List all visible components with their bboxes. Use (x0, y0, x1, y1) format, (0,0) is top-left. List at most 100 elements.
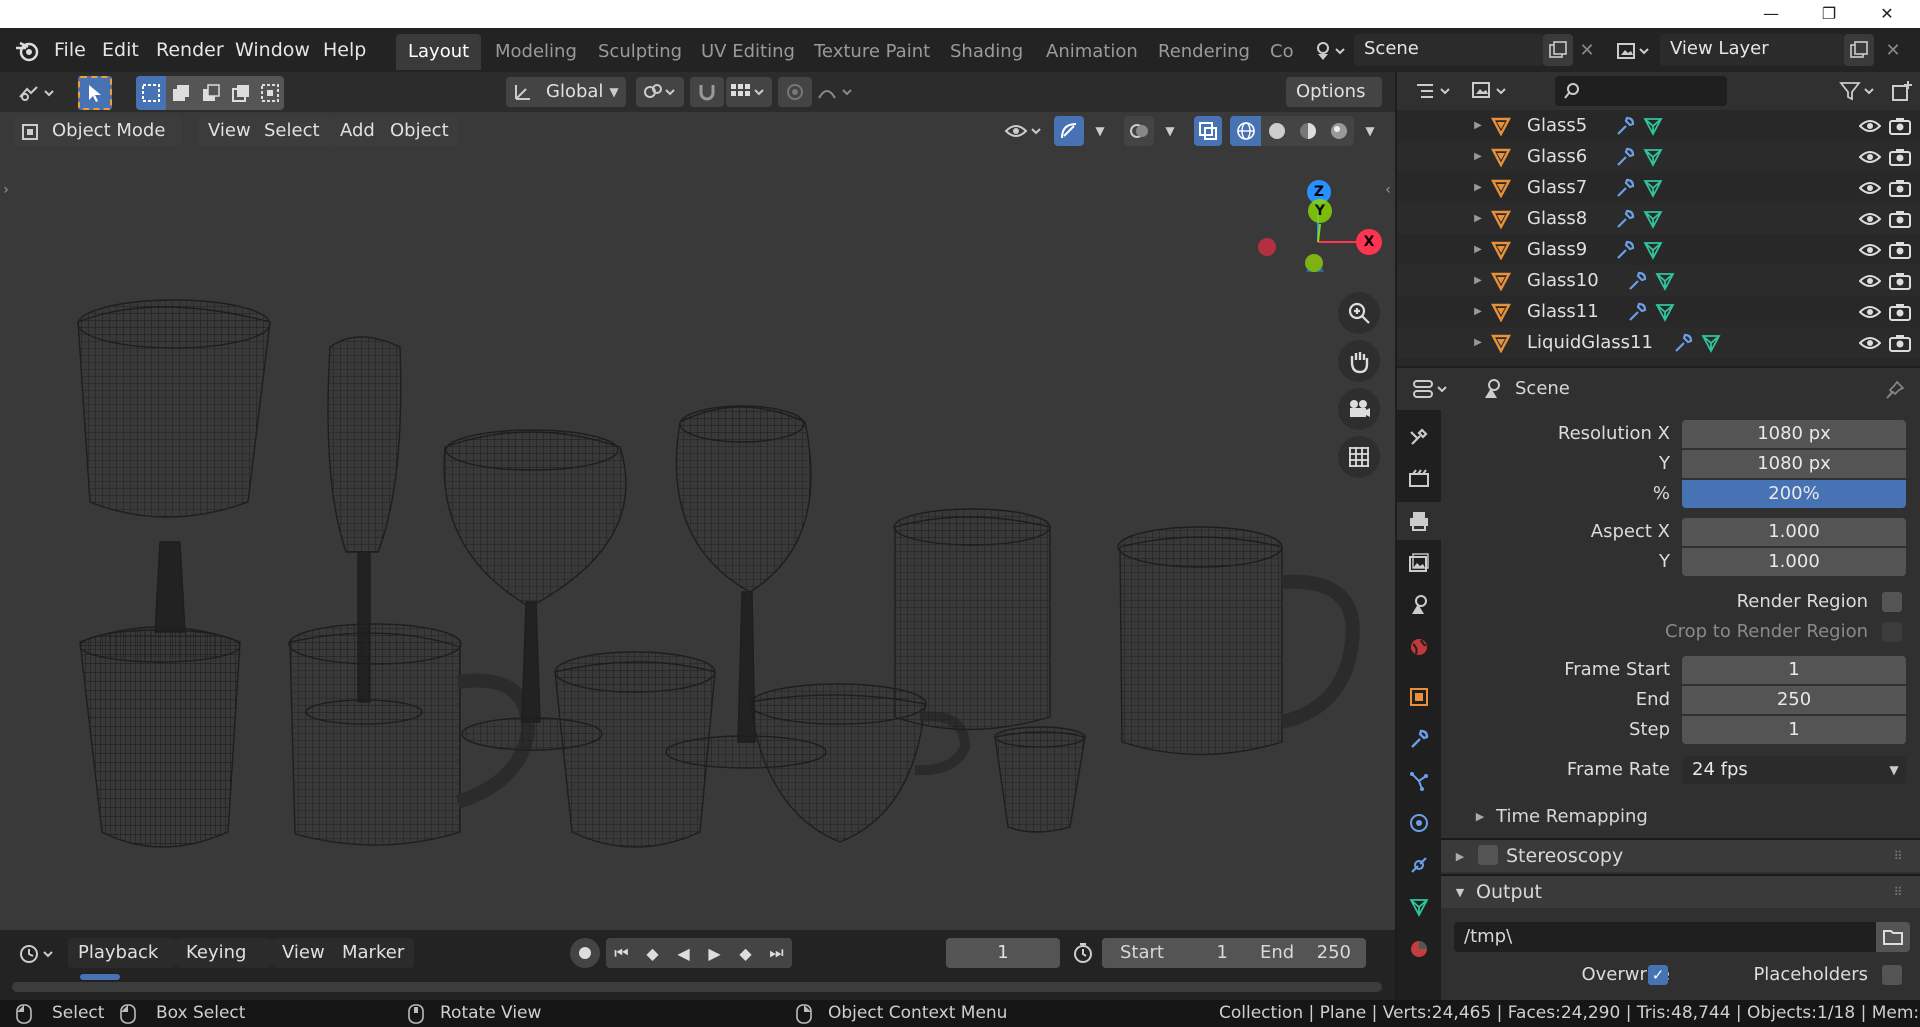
expand-arrow-icon[interactable]: ▶ (1471, 209, 1485, 227)
aspect-x-field[interactable]: 1.000 (1682, 518, 1906, 546)
proportional-editing-icon[interactable] (778, 77, 812, 107)
outliner-item-name[interactable]: Glass11 (1527, 296, 1599, 327)
mesh-data-icon[interactable] (1641, 176, 1665, 200)
resolution-percent-slider[interactable]: 200% (1682, 480, 1906, 508)
preview-range-icon[interactable] (1068, 938, 1098, 968)
modifier-wrench-icon[interactable] (1625, 269, 1649, 293)
timeline-view-menu[interactable]: View (272, 938, 335, 968)
tab-sculpting[interactable]: Sculpting (586, 34, 694, 70)
visibility-options-icon[interactable] (1002, 116, 1046, 146)
camera-render-icon[interactable] (1887, 145, 1913, 169)
modifier-tab-icon[interactable] (1397, 720, 1441, 758)
proportional-falloff-icon[interactable] (814, 77, 860, 107)
scene-tab-icon[interactable] (1397, 586, 1441, 624)
mesh-data-icon[interactable] (1641, 114, 1665, 138)
drag-handle-icon[interactable]: ⠿ (1888, 882, 1908, 902)
tab-texture-paint[interactable]: Texture Paint (802, 34, 942, 70)
camera-render-icon[interactable] (1887, 300, 1913, 324)
modifier-wrench-icon[interactable] (1613, 207, 1637, 231)
keying-menu[interactable]: Keying (176, 938, 272, 968)
display-mode-icon[interactable] (1469, 76, 1513, 106)
outliner-row[interactable]: ▶ Glass5 (1397, 110, 1920, 141)
jump-end-icon[interactable]: ⏭ (761, 938, 792, 968)
outliner-item-name[interactable]: LiquidGlass11 (1527, 327, 1653, 358)
expand-arrow-icon[interactable]: ▶ (1471, 147, 1485, 165)
aspect-y-field[interactable]: 1.000 (1682, 548, 1906, 576)
material-preview-shading-icon[interactable] (1292, 116, 1323, 146)
physics-tab-icon[interactable] (1397, 804, 1441, 842)
scene-selector-icon[interactable] (1310, 36, 1350, 66)
prev-keyframe-icon[interactable]: ◆ (637, 938, 668, 968)
tab-compositing[interactable]: Co (1258, 34, 1298, 70)
camera-render-icon[interactable] (1887, 176, 1913, 200)
playback-menu[interactable]: Playback (68, 938, 176, 968)
eye-visibility-icon[interactable] (1857, 145, 1883, 169)
tab-rendering[interactable]: Rendering (1146, 34, 1262, 70)
jump-start-icon[interactable]: ⏮ (606, 938, 637, 968)
marker-menu[interactable]: Marker (332, 938, 415, 968)
select-tool-icon[interactable] (78, 76, 112, 110)
render-tab-icon[interactable] (1397, 460, 1441, 498)
expand-arrow-icon[interactable]: ▶ (1471, 240, 1485, 258)
expand-arrow-icon[interactable]: ▶ (1471, 178, 1485, 196)
expand-arrow-icon[interactable]: ▶ (1471, 333, 1485, 351)
outliner-row[interactable]: ▶ Glass9 (1397, 234, 1920, 265)
outliner-item-name[interactable]: Glass8 (1527, 203, 1587, 234)
eye-visibility-icon[interactable] (1857, 114, 1883, 138)
output-collapse-icon[interactable]: ▼ (1452, 882, 1468, 902)
drag-handle-icon[interactable]: ⠿ (1888, 846, 1908, 866)
view-layer-selector-icon[interactable] (1612, 36, 1656, 66)
object-menu[interactable]: Object (380, 116, 459, 146)
toolbar-expand-icon[interactable]: › (0, 178, 12, 202)
material-tab-icon[interactable] (1397, 930, 1441, 968)
camera-render-icon[interactable] (1887, 114, 1913, 138)
shading-dropdown-icon[interactable]: ▼ (1358, 116, 1382, 146)
intersect-selection-icon[interactable] (256, 76, 284, 110)
delete-view-layer-icon[interactable]: ✕ (1878, 34, 1908, 66)
pivot-point-icon[interactable] (636, 77, 684, 107)
snap-target-icon[interactable] (726, 77, 772, 107)
outliner-item-name[interactable]: Glass7 (1527, 172, 1587, 203)
select-menu[interactable]: Select (254, 116, 330, 146)
outliner-editor-type-icon[interactable] (1411, 76, 1459, 106)
mesh-data-icon[interactable] (1699, 331, 1723, 355)
start-frame-field[interactable]: 1 (1198, 938, 1228, 968)
snap-toggle-icon[interactable] (690, 77, 724, 107)
3d-viewport[interactable]: Global ▼ Options Object Mode View Select… (0, 72, 1395, 930)
modifier-wrench-icon[interactable] (1671, 331, 1695, 355)
particles-tab-icon[interactable] (1397, 762, 1441, 800)
editor-type-icon[interactable] (14, 78, 60, 108)
eye-visibility-icon[interactable] (1857, 176, 1883, 200)
rendered-shading-icon[interactable] (1323, 116, 1354, 146)
menu-window[interactable]: Window (227, 34, 318, 66)
mesh-data-icon[interactable] (1641, 207, 1665, 231)
delete-scene-icon[interactable]: ✕ (1575, 34, 1599, 66)
frame-step-field[interactable]: 1 (1682, 716, 1906, 744)
outliner-item-name[interactable]: Glass10 (1527, 265, 1599, 296)
wireframe-shading-icon[interactable] (1230, 116, 1261, 146)
playhead-marker[interactable] (80, 974, 120, 980)
menu-help[interactable]: Help (315, 34, 374, 66)
frame-end-field[interactable]: 250 (1682, 686, 1906, 714)
world-tab-icon[interactable] (1397, 628, 1441, 666)
solid-shading-icon[interactable] (1261, 116, 1292, 146)
crop-region-checkbox[interactable] (1882, 622, 1902, 642)
tab-animation[interactable]: Animation (1034, 34, 1150, 70)
menu-edit[interactable]: Edit (94, 34, 147, 66)
mesh-data-icon[interactable] (1653, 300, 1677, 324)
frame-rate-dropdown[interactable]: 24 fps (1682, 756, 1906, 784)
wireframe-glasses-scene[interactable] (60, 222, 1360, 862)
resolution-y-field[interactable]: 1080 px (1682, 450, 1906, 478)
eye-visibility-icon[interactable] (1857, 207, 1883, 231)
stereoscopy-checkbox[interactable] (1478, 845, 1498, 865)
outliner-row[interactable]: ▶ LiquidGlass11 (1397, 327, 1920, 358)
overlays-dropdown-icon[interactable]: ▼ (1158, 116, 1182, 146)
play-icon[interactable]: ▶ (699, 938, 730, 968)
outliner-row[interactable]: ▶ Glass8 (1397, 203, 1920, 234)
time-remapping-panel[interactable]: Time Remapping (1496, 803, 1648, 831)
gizmo-dropdown-icon[interactable]: ▼ (1088, 116, 1112, 146)
properties-editor-type-icon[interactable] (1409, 374, 1455, 404)
subtract-selection-icon[interactable] (196, 76, 226, 110)
outliner-row[interactable]: ▶ Glass10 (1397, 265, 1920, 296)
maximize-button[interactable]: ❐ (1800, 0, 1858, 28)
